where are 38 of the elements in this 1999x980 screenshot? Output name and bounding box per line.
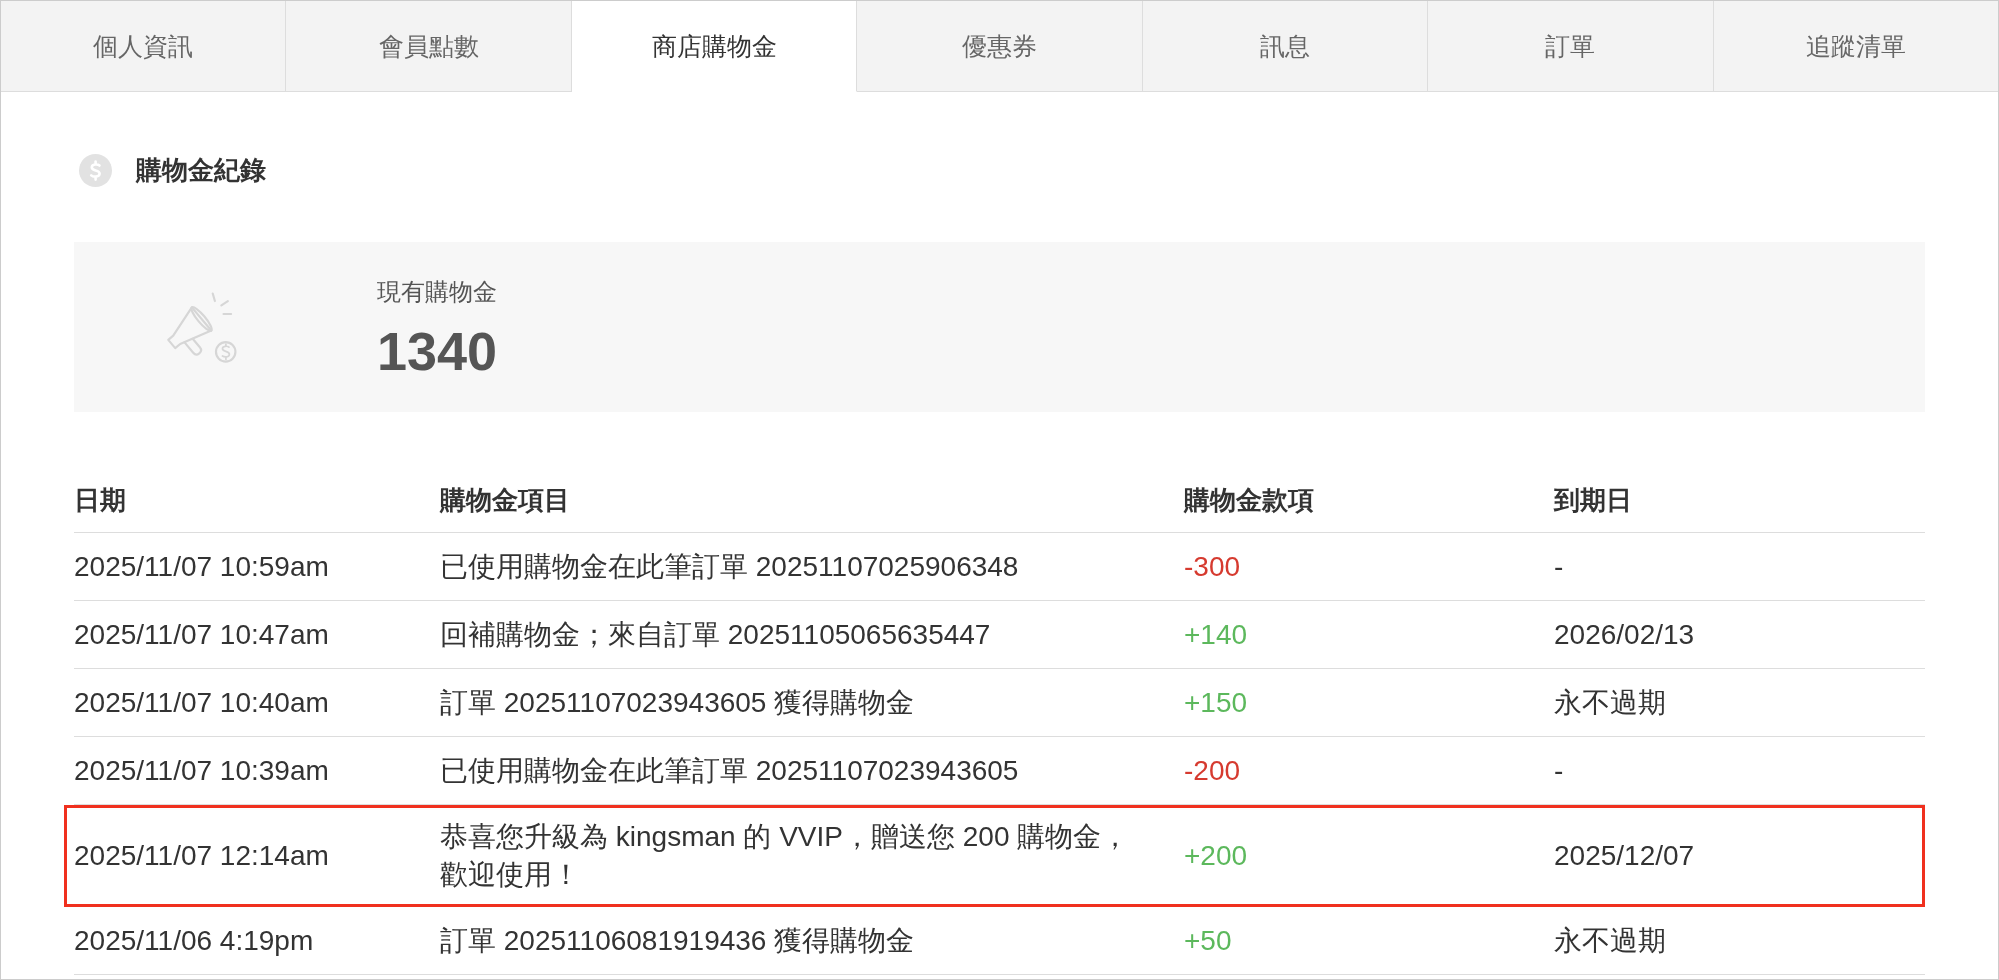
balance-amount: 1340 — [377, 323, 498, 378]
balance-label: 現有購物金 — [377, 276, 497, 307]
date-cell-text: 2025/11/07 10:40am — [74, 686, 329, 720]
amount-cell-text: +50 — [1184, 924, 1232, 958]
tab[interactable]: 訊息 — [1142, 1, 1429, 92]
expiry-cell-text: - — [1554, 550, 1564, 584]
section-title: 購物金紀錄 — [136, 154, 266, 187]
tab[interactable]: 優惠券 — [857, 1, 1143, 92]
item-cell-text: 訂單 20251106081919436 獲得購物金 — [440, 924, 916, 958]
amount-cell-text: -200 — [1184, 754, 1241, 788]
column-header: 到期日 — [1554, 484, 1632, 517]
date-cell-text: 2025/11/07 12:14am — [74, 839, 329, 873]
expiry-cell-text: 永不過期 — [1554, 924, 1666, 958]
tab[interactable]: 會員點數 — [286, 1, 572, 92]
expiry-cell-text: 2025/12/07 — [1554, 839, 1695, 873]
amount-cell-text: -300 — [1184, 550, 1241, 584]
tab[interactable]: 追蹤清單 — [1713, 1, 1998, 92]
amount-cell-text: +140 — [1184, 618, 1248, 652]
column-header: 日期 — [74, 484, 126, 517]
date-cell-text: 2025/11/07 10:39am — [74, 754, 329, 788]
column-header: 購物金款項 — [1184, 484, 1314, 517]
date-cell-text: 2025/11/07 10:47am — [74, 618, 329, 652]
item-cell-text: 恭喜您升級為 kingsman 的 VVIP，贈送您 200 購物金，歡迎使用！ — [440, 820, 1131, 892]
item-cell-text: 回補購物金；來自訂單 20251105065635447 — [440, 618, 992, 652]
tab[interactable]: 訂單 — [1428, 1, 1714, 92]
expiry-cell-text: 2026/02/13 — [1554, 618, 1695, 652]
item-cell-text: 訂單 20251107023943605 獲得購物金 — [440, 686, 916, 720]
amount-cell-text: +150 — [1184, 686, 1248, 720]
date-cell-text: 2025/11/06 4:19pm — [74, 924, 314, 958]
expiry-cell-text: 永不過期 — [1554, 686, 1666, 720]
column-header: 購物金項目 — [440, 484, 570, 517]
tab[interactable]: 個人資訊 — [1, 1, 287, 92]
expiry-cell-text: - — [1554, 754, 1564, 788]
dollar-coin-icon — [79, 153, 112, 187]
item-cell-text: 已使用購物金在此筆訂單 20251107025906348 — [440, 550, 1020, 584]
amount-cell-text: +200 — [1184, 839, 1248, 873]
item-cell-text: 已使用購物金在此筆訂單 20251107023943605 — [440, 754, 1020, 788]
date-cell-text: 2025/11/07 10:59am — [74, 550, 329, 584]
